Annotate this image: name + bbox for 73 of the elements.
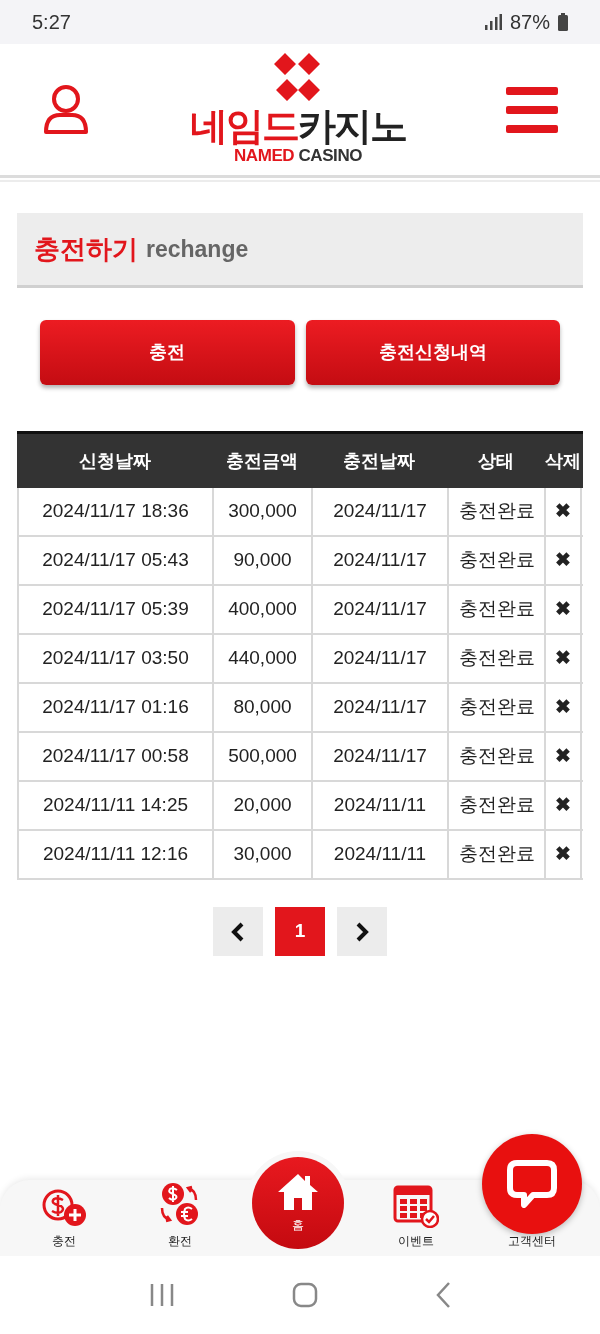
- nav-item[interactable]: 환전: [122, 1180, 238, 1256]
- logo-subtitle: NAMED CASINO: [233, 145, 363, 167]
- table-cell: 2024/11/17: [311, 488, 447, 535]
- chat-bubble-icon: [507, 1160, 557, 1208]
- column-header: 삭제: [544, 449, 582, 473]
- table-cell: 충전완료: [447, 537, 544, 584]
- delete-button[interactable]: ✖: [544, 733, 582, 780]
- table-cell: 충전완료: [447, 684, 544, 731]
- battery-percent: 87%: [509, 10, 550, 35]
- table-cell: 2024/11/17 03:50: [17, 635, 212, 682]
- table-cell: 2024/11/17 18:36: [17, 488, 212, 535]
- next-page-button[interactable]: [337, 907, 387, 956]
- page-button[interactable]: 1: [275, 907, 325, 956]
- table-cell: 2024/11/11: [311, 782, 447, 829]
- table-cell: 충전완료: [447, 586, 544, 633]
- table-cell: 충전완료: [447, 733, 544, 780]
- delete-button[interactable]: ✖: [544, 831, 582, 878]
- table-cell: 2024/11/17: [311, 586, 447, 633]
- table-cell: 충전완료: [447, 635, 544, 682]
- back-icon[interactable]: [435, 1282, 452, 1308]
- table-cell: 30,000: [212, 831, 311, 878]
- menu-icon[interactable]: [506, 86, 558, 133]
- status-time: 5:27: [32, 10, 71, 35]
- table-cell: 2024/11/11 14:25: [17, 782, 212, 829]
- chevron-right-icon: [355, 921, 369, 942]
- delete-button[interactable]: ✖: [544, 684, 582, 731]
- table-cell: 440,000: [212, 635, 311, 682]
- delete-button[interactable]: ✖: [544, 537, 582, 584]
- section-title: 충전하기: [34, 232, 138, 266]
- table-cell: 2024/11/17 01:16: [17, 684, 212, 731]
- table-cell: 2024/11/17: [311, 635, 447, 682]
- column-header: 충전날짜: [342, 449, 416, 473]
- delete-button[interactable]: ✖: [544, 488, 582, 535]
- tab-button[interactable]: 충전신청내역: [305, 320, 560, 385]
- recent-apps-icon[interactable]: [148, 1283, 175, 1307]
- column-header: 충전금액: [224, 449, 299, 473]
- chevron-left-icon: [231, 921, 245, 942]
- table-cell: 충전완료: [447, 782, 544, 829]
- table-cell: 2024/11/11 12:16: [17, 831, 212, 878]
- delete-button[interactable]: ✖: [544, 586, 582, 633]
- coin-plus-icon: [40, 1188, 88, 1228]
- home-nav-icon[interactable]: [292, 1282, 318, 1308]
- delete-button[interactable]: ✖: [544, 782, 582, 829]
- logo-title: 네임드카지노: [189, 106, 407, 145]
- table-cell: 400,000: [212, 586, 311, 633]
- table-cell: 충전완료: [447, 831, 544, 878]
- column-header: 상태: [476, 449, 515, 473]
- nav-item[interactable]: 이벤트: [358, 1180, 474, 1256]
- table-cell: 500,000: [212, 733, 311, 780]
- table-cell: 2024/11/17 05:39: [17, 586, 212, 633]
- table-cell: 20,000: [212, 782, 311, 829]
- nav-label[interactable]: 고객센터: [508, 1232, 556, 1250]
- table-cell: 2024/11/17 05:43: [17, 537, 212, 584]
- table-cell: 2024/11/17: [311, 537, 447, 584]
- table-cell: 2024/11/11: [311, 831, 447, 878]
- table-cell: 300,000: [212, 488, 311, 535]
- home-icon: [276, 1172, 320, 1212]
- signal-icon: [483, 14, 502, 30]
- previous-page-button[interactable]: [213, 907, 263, 956]
- chat-button[interactable]: [482, 1134, 582, 1234]
- section-subtitle: rechange: [146, 234, 249, 264]
- nav-item[interactable]: 충전: [6, 1180, 122, 1256]
- table-cell: 2024/11/17 00:58: [17, 733, 212, 780]
- table-cell: 2024/11/17: [311, 733, 447, 780]
- table-cell: 2024/11/17: [311, 684, 447, 731]
- battery-icon: [558, 13, 568, 31]
- table-cell: 90,000: [212, 537, 311, 584]
- user-icon[interactable]: [42, 83, 90, 136]
- table-cell: 80,000: [212, 684, 311, 731]
- tab-button[interactable]: 충전: [40, 320, 295, 385]
- delete-button[interactable]: ✖: [544, 635, 582, 682]
- column-header: 신청날짜: [77, 449, 152, 473]
- table-cell: 충전완료: [447, 488, 544, 535]
